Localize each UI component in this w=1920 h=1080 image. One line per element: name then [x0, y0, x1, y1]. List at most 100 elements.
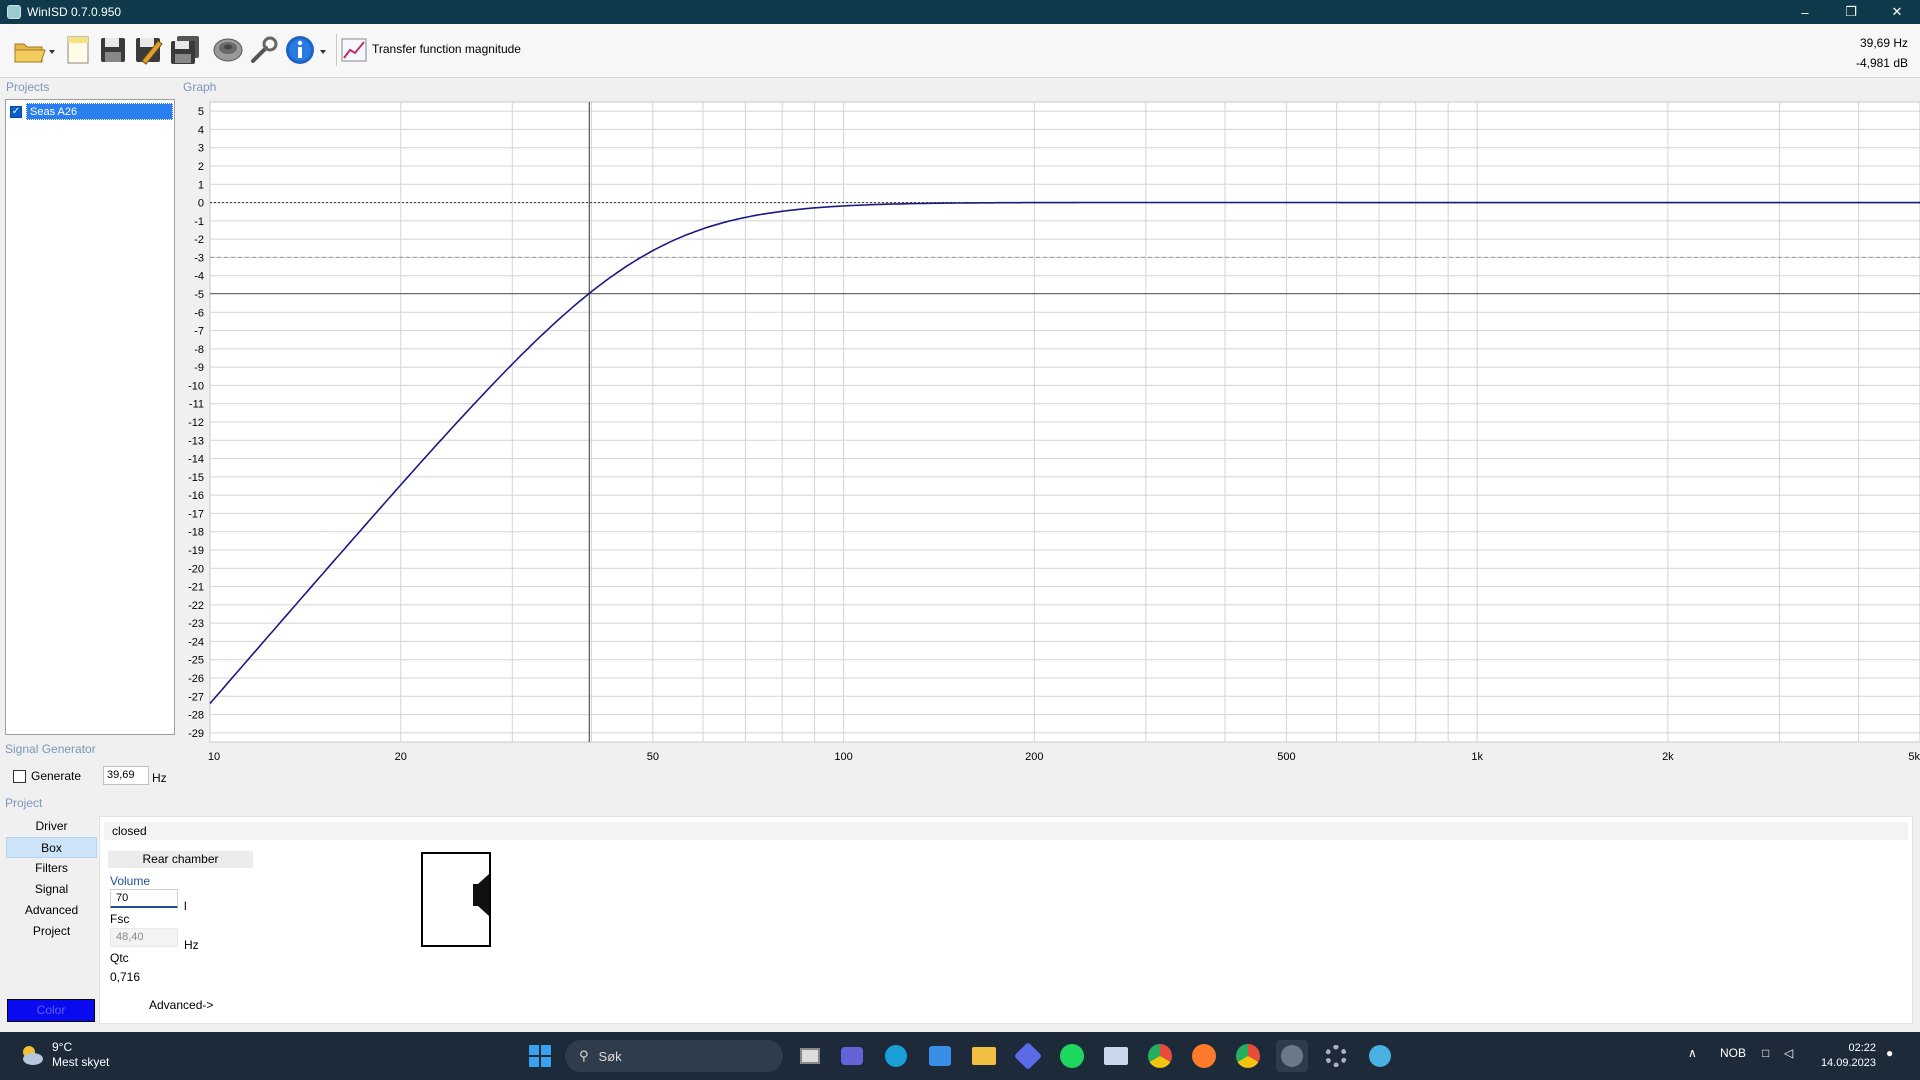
taskbar-app-store[interactable] [924, 1040, 956, 1072]
y-tick-label: -16 [188, 490, 204, 502]
info-button[interactable] [284, 32, 330, 68]
graph-type-button[interactable] [340, 32, 368, 68]
taskbar-app-teams[interactable] [836, 1040, 868, 1072]
color-button[interactable]: Color [7, 999, 95, 1022]
nav-item-driver[interactable]: Driver [6, 816, 97, 837]
fsc-value: 48,40 [110, 928, 178, 947]
closed-box-diagram [421, 852, 491, 947]
taskbar-search[interactable]: ⚲ Søk [565, 1040, 783, 1072]
nav-item-project[interactable]: Project [6, 921, 97, 942]
x-tick-label: 2k [1662, 751, 1674, 763]
window-title: WinISD 0.7.0.950 [27, 5, 122, 19]
y-tick-label: 4 [198, 124, 204, 136]
save-as-button[interactable] [133, 32, 165, 68]
y-tick-label: -25 [188, 655, 204, 667]
network-icon[interactable]: □ [1762, 1046, 1769, 1060]
firefox-icon [1192, 1044, 1216, 1068]
volume-input[interactable]: 70 [110, 889, 178, 908]
y-tick-label: -28 [188, 710, 204, 722]
driver-editor-button[interactable] [212, 32, 244, 68]
task-view-button[interactable] [794, 1040, 826, 1072]
save-all-button[interactable] [168, 32, 204, 68]
nav-item-signal[interactable]: Signal [6, 879, 97, 900]
app-icon [7, 5, 21, 19]
readout-level: -4,981 dB [1855, 56, 1908, 70]
taskbar-app-media[interactable] [1012, 1040, 1044, 1072]
notifications-icon[interactable]: ● [1886, 1046, 1893, 1060]
clock-time: 02:22 [1848, 1042, 1876, 1054]
info-icon [286, 36, 326, 64]
restore-icon[interactable]: ❐ [1828, 0, 1874, 24]
speaker-driver-icon [213, 38, 243, 62]
box-type-selector[interactable]: closed [104, 822, 1908, 840]
x-tick-label: 10 [208, 751, 220, 763]
generator-frequency-input[interactable]: 39,69 [103, 766, 149, 785]
weather-widget[interactable]: 9°C Mest skyet [18, 1040, 109, 1070]
taskbar-app-explorer[interactable] [968, 1040, 1000, 1072]
taskbar-app-monitor[interactable] [1100, 1040, 1132, 1072]
y-tick-label: -10 [188, 380, 204, 392]
fsc-unit: Hz [184, 938, 199, 952]
qtc-label: Qtc [110, 951, 129, 965]
graph-area[interactable]: 5 4 3 2 1 0 -1 -2 -3 -4 -5 -6 -7 -8 -9 -10 -11 -12 -13 -14-… [172, 92, 1920, 792]
volume-icon[interactable]: ◁ [1784, 1046, 1793, 1060]
y-tick-label: -1 [194, 216, 204, 228]
generate-checkbox-row[interactable]: Generate [13, 766, 81, 786]
start-button[interactable] [524, 1040, 556, 1072]
projects-list[interactable]: ✓ Seas A26 [5, 99, 175, 735]
input-language[interactable]: NOB [1720, 1046, 1746, 1060]
graph-line-icon [341, 38, 367, 62]
save-button[interactable] [98, 32, 128, 68]
taskbar-app-chrome-profile[interactable] [1232, 1040, 1264, 1072]
nav-item-filters[interactable]: Filters [6, 858, 97, 879]
taskbar-app-other[interactable] [1364, 1040, 1396, 1072]
advanced-link[interactable]: Advanced-> [149, 998, 213, 1012]
media-player-icon [1013, 1041, 1043, 1071]
y-tick-label: -24 [188, 636, 204, 648]
project-visible-checkbox[interactable]: ✓ [10, 105, 22, 118]
x-tick-label: 1k [1471, 751, 1483, 763]
folder-icon [14, 43, 55, 63]
weather-temperature: 9°C [52, 1040, 73, 1054]
store-icon [929, 1046, 951, 1066]
list-item[interactable]: ✓ Seas A26 [10, 103, 173, 120]
y-tick-label: -9 [194, 362, 204, 374]
y-tick-label: -29 [188, 728, 204, 740]
taskbar-clock[interactable]: 02:22 14.09.2023 [1821, 1041, 1876, 1071]
project-name[interactable]: Seas A26 [26, 103, 173, 120]
graph-type-label[interactable]: Transfer function magnitude [372, 42, 521, 56]
taskbar-app-settings[interactable] [1320, 1040, 1352, 1072]
taskbar-app-firefox[interactable] [1188, 1040, 1220, 1072]
transfer-function-chart[interactable]: 543210-1-2-3-4-5-6-7-8-9-10-11-12-13-14-… [172, 92, 1920, 792]
y-tick-label: -23 [188, 618, 204, 630]
close-icon[interactable]: ✕ [1874, 0, 1920, 24]
taskbar-app-edge[interactable] [880, 1040, 912, 1072]
new-document-icon [67, 36, 89, 64]
tools-button[interactable] [249, 32, 279, 68]
nav-item-box[interactable]: Box [6, 837, 97, 858]
weather-condition: Mest skyet [52, 1055, 110, 1069]
taskbar-app-winisd[interactable] [1276, 1040, 1308, 1072]
y-tick-label: -20 [188, 563, 204, 575]
y-tick-label: -12 [188, 417, 204, 429]
toolbar: Transfer function magnitude 39,69 Hz -4,… [0, 24, 1920, 78]
new-project-button[interactable] [64, 32, 92, 68]
taskbar-app-chrome[interactable] [1144, 1040, 1176, 1072]
tray-overflow-icon[interactable]: ∧ [1688, 1046, 1697, 1060]
project-section-label: Project [5, 796, 43, 810]
clock-date: 14.09.2023 [1820, 1057, 1876, 1069]
cloudy-weather-icon [23, 1046, 43, 1065]
generate-label: Generate [31, 769, 82, 783]
x-tick-label: 500 [1277, 751, 1295, 763]
taskbar-app-spotify[interactable] [1056, 1040, 1088, 1072]
minimize-icon[interactable]: – [1782, 0, 1828, 24]
open-folder-button[interactable] [12, 32, 56, 68]
nav-item-advanced[interactable]: Advanced [6, 900, 97, 921]
y-tick-label: -21 [188, 582, 204, 594]
y-tick-label: 5 [198, 106, 204, 118]
generate-checkbox[interactable] [13, 769, 26, 783]
fsc-label: Fsc [110, 912, 130, 926]
gear-icon [1325, 1045, 1347, 1067]
projects-section-label: Projects [6, 80, 50, 94]
y-tick-label: 2 [198, 161, 204, 173]
